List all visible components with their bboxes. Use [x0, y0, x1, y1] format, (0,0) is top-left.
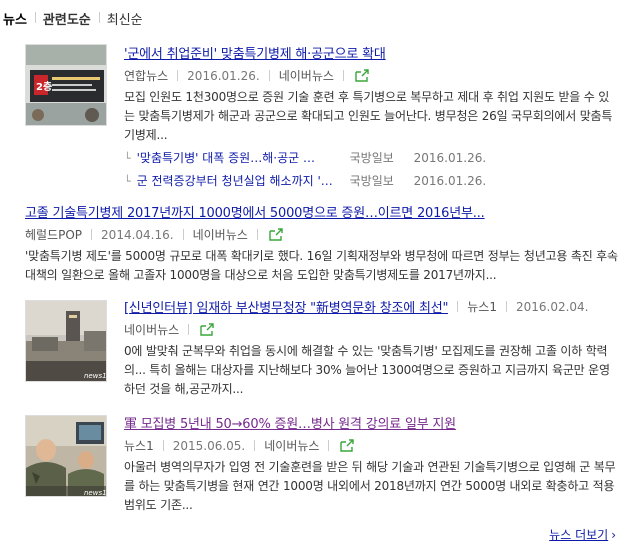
news-date: 2016.01.26.: [187, 68, 260, 83]
share-icon[interactable]: [269, 228, 283, 241]
news-item: 2층 '군에서 취업준비' 맞춤특기병제 해·공군으로 확대 연합뉴스 2016…: [0, 40, 630, 190]
naver-news-link[interactable]: 네이버뉴스: [124, 321, 179, 338]
news-date: 2015.06.05.: [172, 438, 246, 453]
divider: [162, 440, 164, 451]
tab-relevance[interactable]: 관련도순: [34, 9, 99, 28]
divider: [182, 229, 184, 240]
news-description: '맞춤특기병 제도'를 5000명 규모로 대폭 확대키로 했다. 16일 기획…: [25, 249, 618, 282]
naver-news-link[interactable]: 네이버뉴스: [264, 437, 319, 454]
news-content: '군에서 취업준비' 맞춤특기병제 해·공군으로 확대 연합뉴스 2016.01…: [124, 43, 619, 193]
news-date: 2016.02.04.: [515, 299, 589, 314]
news1-badge: news1: [84, 372, 107, 380]
news-meta: 뉴스1 2015.06.05. 네이버뉴스: [124, 437, 619, 454]
news-source: 헤럴드POP: [25, 228, 83, 242]
thumbnail-image: news1: [26, 301, 107, 381]
divider: [457, 301, 459, 312]
share-icon[interactable]: [355, 69, 369, 82]
share-icon[interactable]: [200, 323, 214, 336]
chevron-right-icon: ›: [611, 528, 616, 542]
news-title-row: [신년인터뷰] 임재하 부산병무청장 "新병역문화 창조에 최선" 뉴스1 20…: [124, 297, 619, 317]
news-source: 연합뉴스: [124, 69, 169, 83]
news-meta: 네이버뉴스: [124, 321, 619, 338]
news-thumbnail[interactable]: news1: [25, 300, 107, 382]
tab-bar: 뉴스 관련도순 최신순: [0, 8, 151, 28]
related-arrow-icon: └: [124, 175, 131, 188]
news-title[interactable]: 고졸 기술특기병제 2017년까지 1000명에서 5000명으로 증원…이르면…: [25, 202, 620, 221]
more-news-link[interactable]: 뉴스 더보기 ›: [549, 526, 616, 543]
news-title[interactable]: [신년인터뷰] 임재하 부산병무청장 "新병역문화 창조에 최선": [124, 297, 448, 316]
news-content: [신년인터뷰] 임재하 부산병무청장 "新병역문화 창조에 최선" 뉴스1 20…: [124, 297, 619, 399]
tab-news[interactable]: 뉴스: [0, 9, 35, 28]
divider: [328, 440, 330, 451]
news-thumbnail[interactable]: 2층: [25, 44, 107, 126]
news-title[interactable]: '군에서 취업준비' 맞춤특기병제 해·공군으로 확대: [124, 43, 619, 62]
divider: [505, 301, 507, 312]
news-date: 2014.04.16.: [101, 227, 174, 242]
news-source: 뉴스1: [467, 300, 497, 314]
news-item: news1 軍 모집병 5년내 50→60% 증원…병사 원격 강의료 일부 지…: [0, 413, 630, 513]
related-item: └ 군 전력증강부터 청년실업 해소까지 '… 국방일보 2016.01.26.: [124, 170, 619, 193]
naver-news-link[interactable]: 네이버뉴스: [193, 226, 248, 243]
related-list: └ '맞춤특기병' 대폭 증원…해·공군 … 국방일보 2016.01.26. …: [124, 147, 619, 193]
divider: [188, 324, 190, 335]
thumbnail-image: 2층: [26, 45, 106, 125]
thumbnail-image: news1: [26, 416, 107, 497]
divider: [91, 229, 93, 240]
news-meta: 헤럴드POP 2014.04.16. 네이버뉴스: [25, 226, 620, 243]
news-description: 모집 인원도 1천300명으로 증원 기술 훈련 후 특기병으로 복무하고 제대…: [124, 90, 613, 142]
related-arrow-icon: └: [124, 152, 131, 165]
related-date: 2016.01.26.: [413, 151, 487, 165]
news-item: news1 [신년인터뷰] 임재하 부산병무청장 "新병역문화 창조에 최선" …: [0, 297, 630, 397]
naver-news-link[interactable]: 네이버뉴스: [279, 67, 334, 84]
share-icon[interactable]: [340, 439, 355, 452]
related-title[interactable]: '맞춤특기병' 대폭 증원…해·공군 …: [137, 147, 350, 170]
news-item: 고졸 기술특기병제 2017년까지 1000명에서 5000명으로 증원…이르면…: [0, 202, 630, 282]
svg-text:2층: 2층: [36, 80, 52, 93]
news-content: 軍 모집병 5년내 50→60% 증원…병사 원격 강의료 일부 지원 뉴스1 …: [124, 413, 619, 515]
news-source: 뉴스1: [124, 439, 154, 453]
related-item: └ '맞춤특기병' 대폭 증원…해·공군 … 국방일보 2016.01.26.: [124, 147, 619, 170]
news-meta: 연합뉴스 2016.01.26. 네이버뉴스: [124, 67, 619, 84]
related-date: 2016.01.26.: [413, 174, 487, 188]
related-source: 국방일보: [349, 151, 394, 165]
news-description: 아울러 병역의무자가 입영 전 기술훈련을 받은 뒤 해당 기술과 연관된 기술…: [124, 460, 616, 512]
divider: [342, 70, 344, 81]
divider: [177, 70, 179, 81]
news1-badge: news1: [84, 489, 107, 497]
tab-latest[interactable]: 최신순: [98, 9, 151, 28]
divider: [254, 440, 256, 451]
more-news-label: 뉴스 더보기: [549, 528, 609, 542]
news-content: 고졸 기술특기병제 2017년까지 1000명에서 5000명으로 증원…이르면…: [25, 202, 620, 285]
related-source: 국방일보: [349, 174, 394, 188]
related-title[interactable]: 군 전력증강부터 청년실업 해소까지 '…: [137, 170, 350, 193]
divider: [268, 70, 270, 81]
news-description: 0에 발맞춰 군복무와 취업을 동시에 해결할 수 있는 '맞춤특기병' 모집제…: [124, 344, 610, 396]
divider: [256, 229, 258, 240]
news-thumbnail[interactable]: news1: [25, 415, 107, 497]
news-title[interactable]: 軍 모집병 5년내 50→60% 증원…병사 원격 강의료 일부 지원: [124, 413, 619, 432]
